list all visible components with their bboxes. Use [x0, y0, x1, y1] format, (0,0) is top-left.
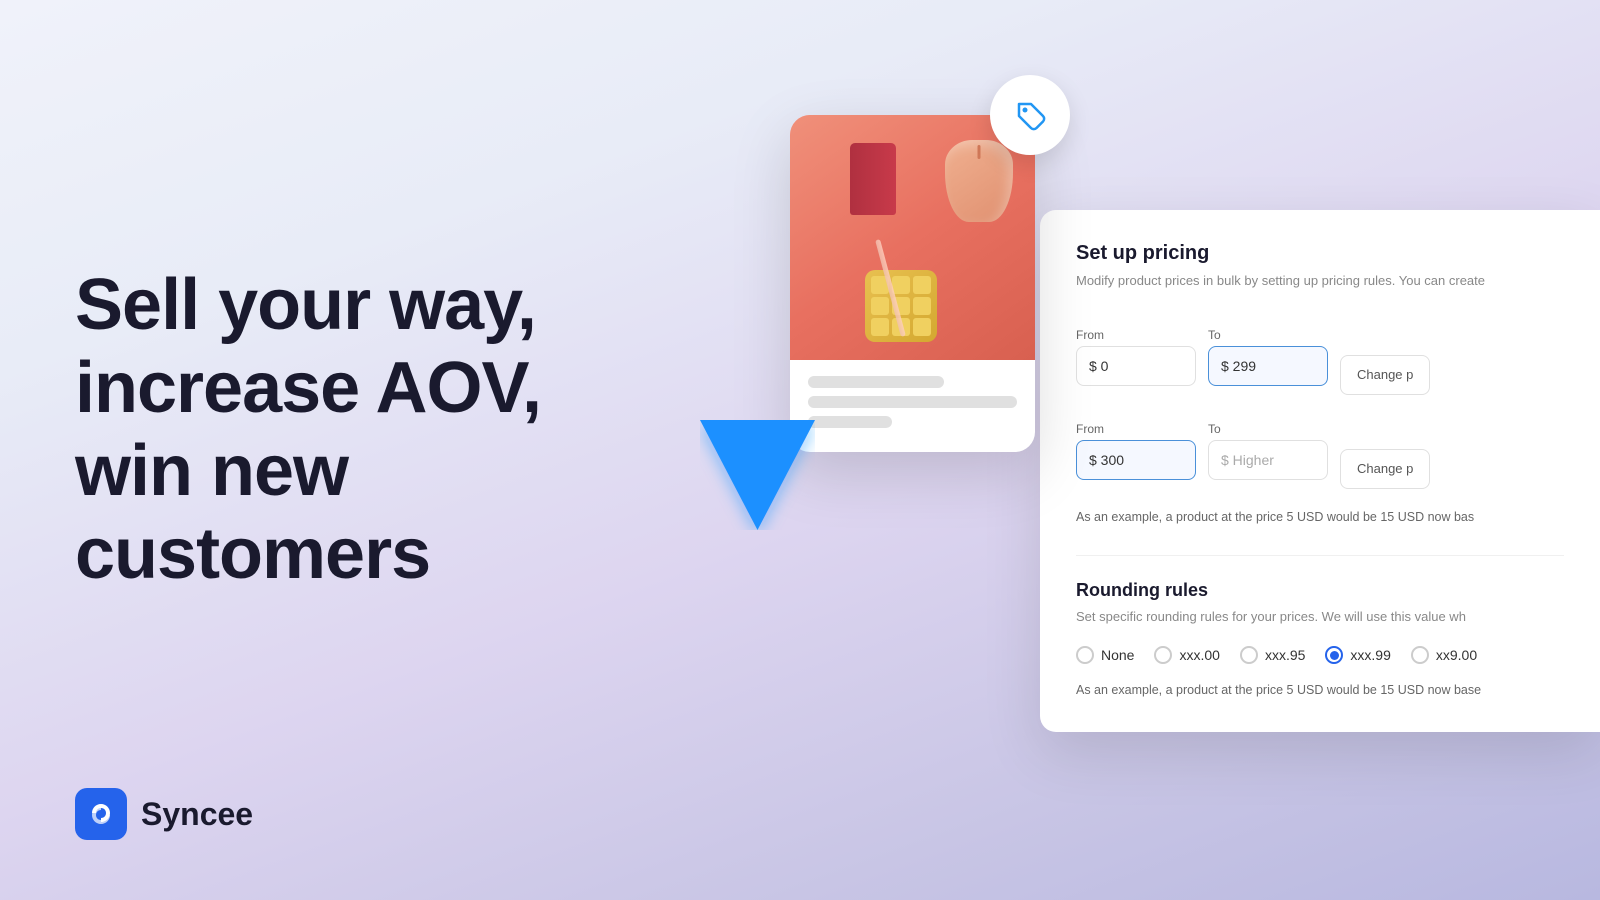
to-group-1: To $ 299: [1208, 328, 1328, 386]
from-input-2[interactable]: $ 300: [1076, 440, 1196, 480]
hero-line-3: win new customers: [75, 431, 430, 594]
radio-xx900[interactable]: xx9.00: [1411, 646, 1477, 664]
rounding-title: Rounding rules: [1076, 580, 1564, 601]
rounding-example: As an example, a product at the price 5 …: [1076, 680, 1564, 700]
radio-none[interactable]: None: [1076, 646, 1134, 664]
candle-pink: [945, 140, 1013, 222]
to-group-2: To $ Higher: [1208, 422, 1328, 480]
to-label-2: To: [1208, 422, 1328, 436]
radio-xxx99[interactable]: xxx.99: [1325, 646, 1390, 664]
rounding-section: Rounding rules Set specific rounding rul…: [1076, 580, 1564, 701]
from-label-2: From: [1076, 422, 1196, 436]
radio-circle-xxx99[interactable]: [1325, 646, 1343, 664]
radio-circle-xxx95[interactable]: [1240, 646, 1258, 664]
from-input-1[interactable]: $ 0: [1076, 346, 1196, 386]
syncee-logo-svg: [86, 799, 116, 829]
product-info: [790, 360, 1035, 452]
to-label-1: To: [1208, 328, 1328, 342]
blue-arrow-container: [700, 420, 815, 535]
panel-title: Set up pricing: [1076, 242, 1564, 265]
change-price-btn-1[interactable]: Change p: [1340, 355, 1430, 395]
hero-section: Sell your way, increase AOV, win new cus…: [75, 0, 695, 900]
tag-icon-circle: [990, 75, 1070, 155]
blue-arrow-svg: [700, 420, 815, 530]
pricing-panel: Set up pricing Modify product prices in …: [1040, 210, 1600, 732]
radio-label-xxx99: xxx.99: [1350, 647, 1390, 663]
radio-label-none: None: [1101, 647, 1134, 663]
from-group-2: From $ 300: [1076, 422, 1196, 480]
radio-label-xx900: xx9.00: [1436, 647, 1477, 663]
radio-xxx95[interactable]: xxx.95: [1240, 646, 1305, 664]
product-card: [790, 115, 1035, 452]
tag-icon-svg: [1011, 96, 1049, 134]
candle-red: [850, 143, 896, 215]
radio-label-xxx00: xxx.00: [1179, 647, 1219, 663]
hero-line-1: Sell your way,: [75, 265, 536, 345]
radio-label-xxx95: xxx.95: [1265, 647, 1305, 663]
to-input-1[interactable]: $ 299: [1208, 346, 1328, 386]
product-image: [790, 115, 1035, 360]
logo-container: Syncee: [75, 788, 253, 840]
panel-subtitle: Modify product prices in bulk by setting…: [1076, 271, 1564, 291]
pricing-example: As an example, a product at the price 5 …: [1076, 507, 1564, 527]
hero-line-2: increase AOV,: [75, 348, 541, 428]
change-group-2: x Change p: [1340, 413, 1430, 489]
logo-text: Syncee: [141, 796, 253, 833]
radio-circle-none[interactable]: [1076, 646, 1094, 664]
to-input-2[interactable]: $ Higher: [1208, 440, 1328, 480]
change-price-btn-2[interactable]: Change p: [1340, 449, 1430, 489]
pricing-row-2: From $ 300 To $ Higher x Change p: [1076, 413, 1564, 489]
hero-heading: Sell your way, increase AOV, win new cus…: [75, 264, 695, 595]
from-group-1: From $ 0: [1076, 328, 1196, 386]
rounding-subtitle: Set specific rounding rules for your pri…: [1076, 607, 1564, 627]
product-line-2: [808, 396, 1017, 408]
divider: [1076, 555, 1564, 556]
radio-xxx00[interactable]: xxx.00: [1154, 646, 1219, 664]
change-group-1: x Change p: [1340, 319, 1430, 395]
radio-group: None xxx.00 xxx.95 xxx.99 xx9.00: [1076, 646, 1564, 664]
product-line-1: [808, 376, 944, 388]
logo-icon: [75, 788, 127, 840]
from-label-1: From: [1076, 328, 1196, 342]
radio-circle-xxx00[interactable]: [1154, 646, 1172, 664]
pricing-row-1: From $ 0 To $ 299 x Change p: [1076, 319, 1564, 395]
radio-circle-xx900[interactable]: [1411, 646, 1429, 664]
product-line-3: [808, 416, 892, 428]
